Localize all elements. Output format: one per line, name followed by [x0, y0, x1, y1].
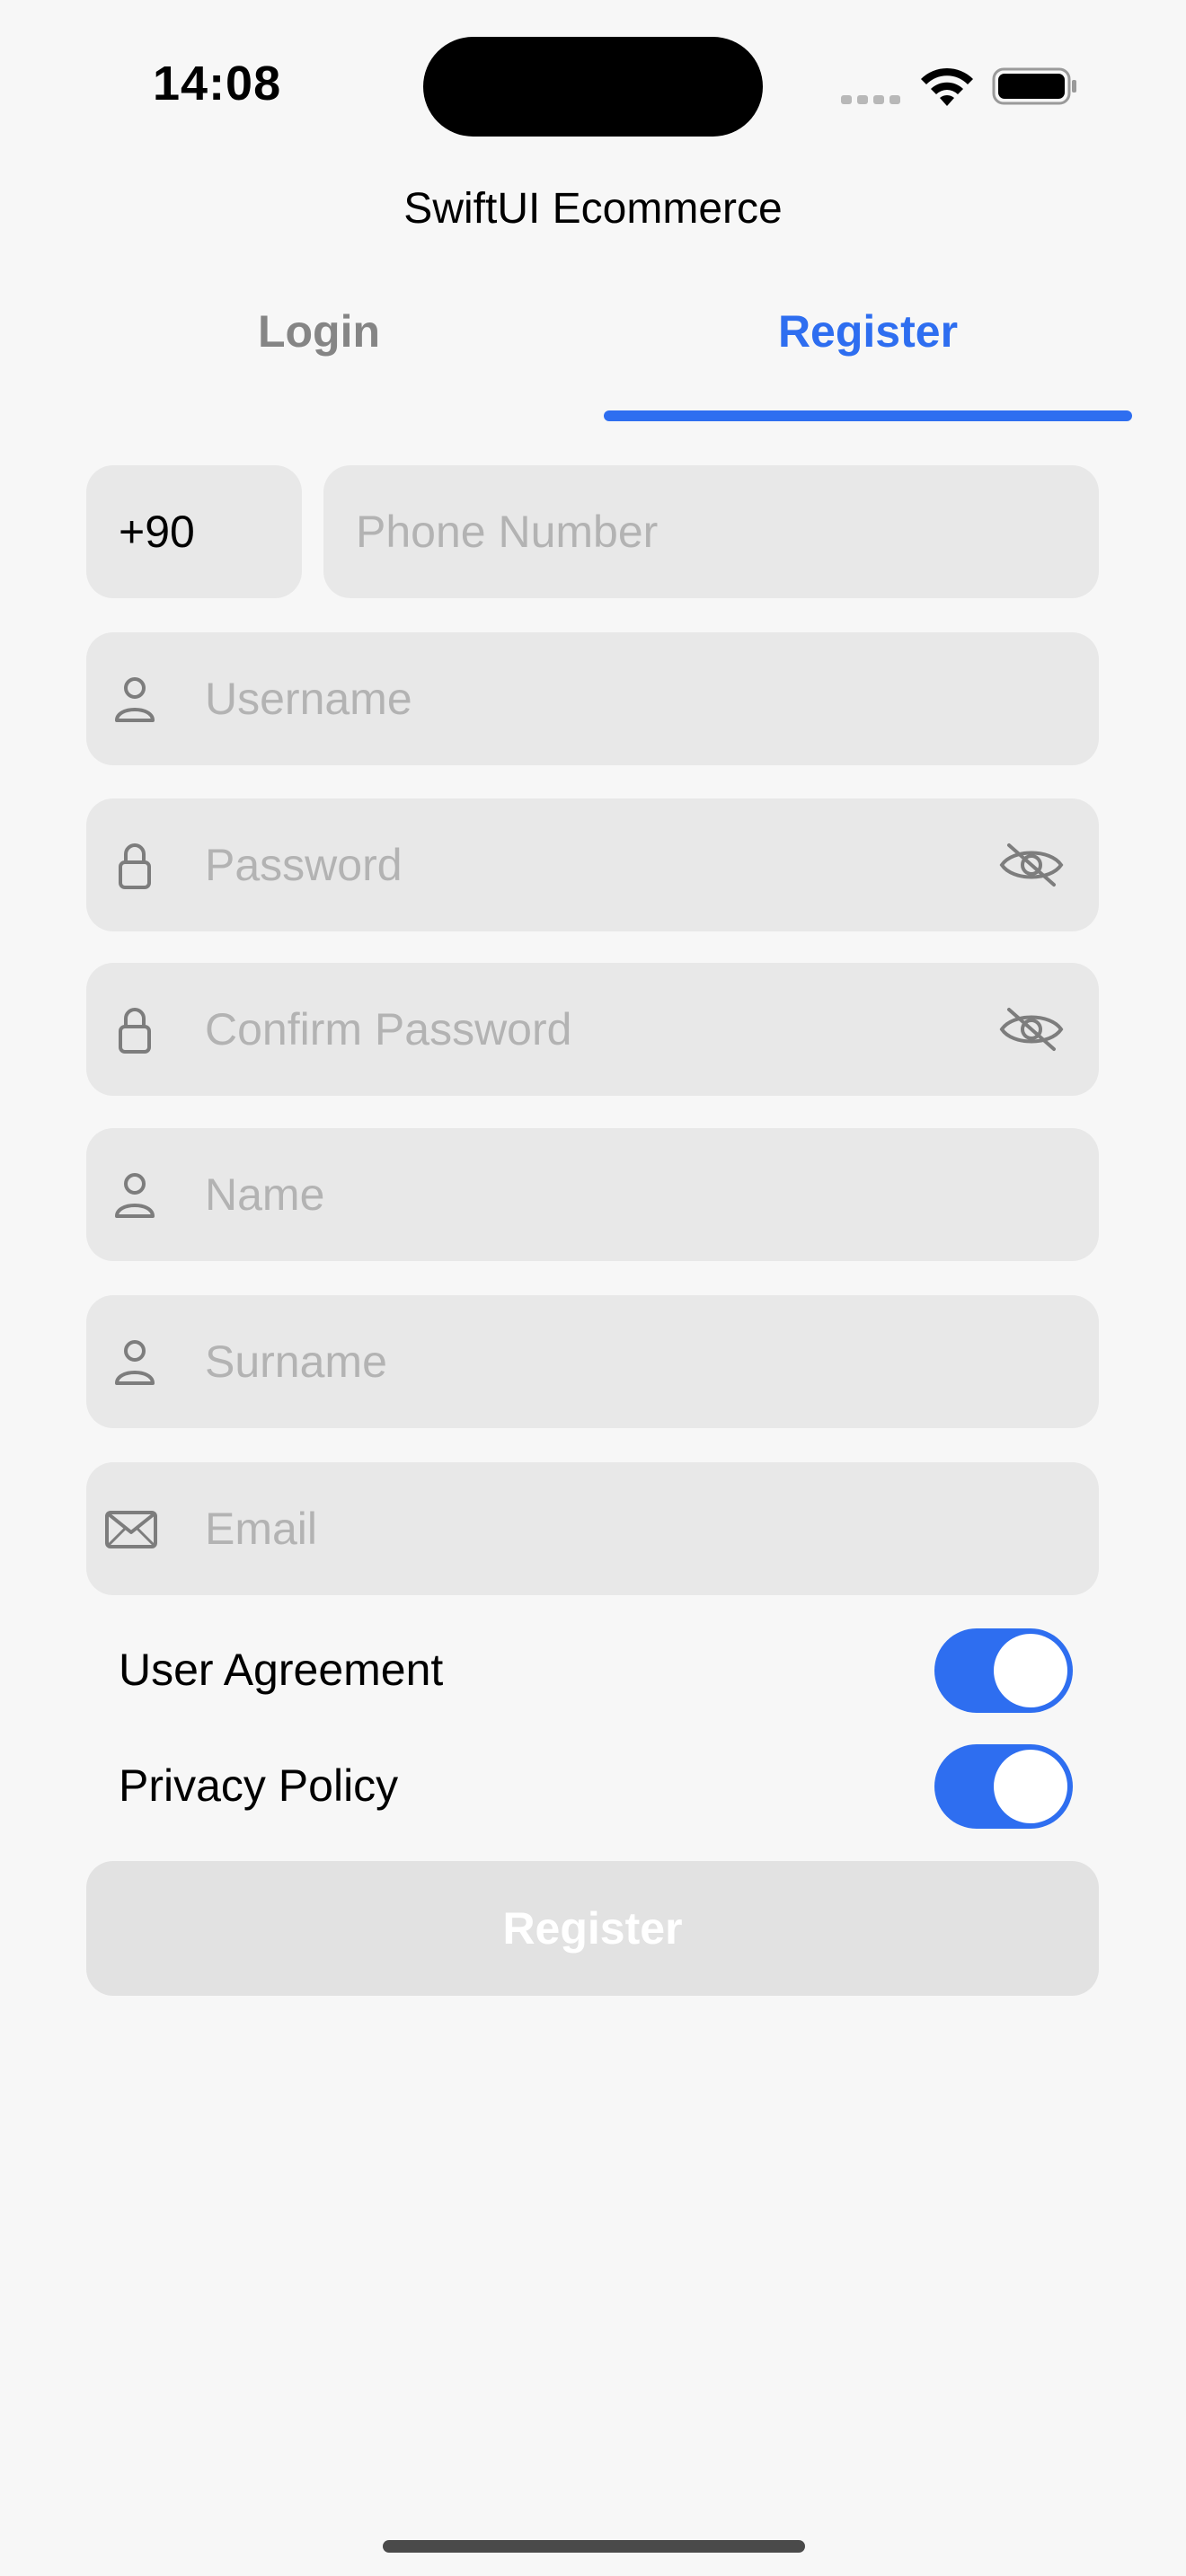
user-agreement-label: User Agreement	[119, 1645, 444, 1695]
username-field[interactable]	[86, 632, 1099, 765]
cellular-signal-icon	[841, 95, 900, 106]
person-icon	[115, 677, 155, 722]
username-input[interactable]	[205, 632, 1067, 765]
confirm-password-input[interactable]	[205, 963, 969, 1096]
user-agreement-toggle[interactable]	[934, 1628, 1073, 1713]
tab-register[interactable]: Register	[604, 305, 1132, 368]
country-code-picker[interactable]: +90	[86, 465, 302, 598]
phone-input[interactable]	[356, 465, 1075, 598]
privacy-policy-label: Privacy Policy	[119, 1760, 399, 1811]
eye-slash-icon[interactable]	[998, 1006, 1065, 1053]
name-field[interactable]	[86, 1128, 1099, 1261]
email-field[interactable]	[86, 1462, 1099, 1595]
wifi-icon	[921, 67, 973, 106]
person-icon	[115, 1340, 155, 1385]
page-title: SwiftUI Ecommerce	[403, 185, 783, 233]
phone-field[interactable]	[323, 465, 1099, 598]
password-field[interactable]	[86, 798, 1099, 931]
country-code-label: +90	[119, 507, 195, 557]
person-icon	[115, 1173, 155, 1218]
dynamic-island	[423, 37, 763, 137]
battery-icon	[992, 67, 1076, 105]
confirm-password-field[interactable]	[86, 963, 1099, 1096]
email-input[interactable]	[205, 1462, 1067, 1595]
envelope-icon	[105, 1511, 157, 1548]
toggle-knob	[994, 1634, 1067, 1707]
surname-input[interactable]	[205, 1295, 1067, 1428]
toggle-knob	[994, 1750, 1067, 1823]
lock-icon	[119, 843, 151, 889]
password-input[interactable]	[205, 798, 969, 931]
eye-slash-icon[interactable]	[998, 842, 1065, 888]
privacy-policy-toggle[interactable]	[934, 1744, 1073, 1829]
name-input[interactable]	[205, 1128, 1067, 1261]
register-button[interactable]: Register	[86, 1861, 1099, 1996]
status-time: 14:08	[153, 57, 282, 110]
surname-field[interactable]	[86, 1295, 1099, 1428]
tab-login[interactable]: Login	[54, 305, 584, 368]
home-indicator	[383, 2540, 805, 2553]
lock-icon	[119, 1008, 151, 1054]
tab-selection-indicator	[604, 410, 1132, 421]
